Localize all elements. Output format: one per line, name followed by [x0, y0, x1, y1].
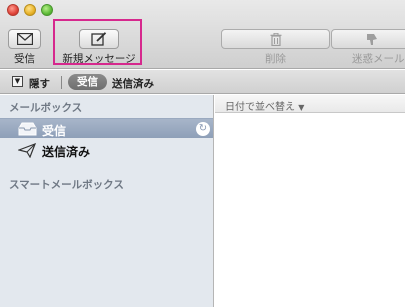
- junk-label: 迷惑メール: [352, 53, 405, 65]
- mailbox-sidebar: メールボックス 受信 ↻ 送信済み スマートメールボックス: [0, 95, 214, 307]
- message-list-header: 日付で並べ替え ▼: [215, 95, 405, 113]
- junk-button[interactable]: [331, 29, 405, 49]
- sidebar-item-sent[interactable]: 送信済み: [0, 140, 213, 160]
- inbox-tray-icon: [18, 122, 37, 136]
- mailboxes-header[interactable]: メールボックス: [9, 100, 82, 115]
- get-mail-label: 受信: [14, 53, 35, 65]
- minimize-window-button[interactable]: [24, 4, 36, 16]
- zoom-window-button[interactable]: [41, 4, 53, 16]
- envelope-icon: [16, 33, 33, 45]
- sort-label: 日付で並べ替え: [225, 102, 295, 113]
- chevron-down-icon: ▼: [298, 103, 305, 112]
- hide-button[interactable]: 隠す: [29, 76, 50, 91]
- thumbs-down-icon: [366, 33, 377, 45]
- sidebar-item-label: 受信: [42, 124, 67, 138]
- sort-menu[interactable]: 日付で並べ替え ▼: [225, 98, 304, 113]
- inbox-filter-button[interactable]: 受信: [68, 74, 107, 90]
- message-list[interactable]: [215, 114, 405, 307]
- favorites-bar: ▼ 隠す 受信 送信済み: [0, 70, 405, 94]
- sent-filter-button[interactable]: 送信済み: [112, 76, 154, 91]
- sidebar-item-inbox[interactable]: 受信 ↻: [0, 118, 213, 138]
- trash-icon: [270, 32, 281, 46]
- smart-mailboxes-header[interactable]: スマートメールボックス: [9, 177, 124, 192]
- hide-toggle-icon[interactable]: ▼: [12, 76, 23, 87]
- close-window-button[interactable]: [7, 4, 19, 16]
- window-toolbar: 受信 新規メッセージ 削除 迷惑メール: [0, 0, 405, 69]
- get-mail-button[interactable]: [8, 29, 41, 49]
- new-message-highlight: [53, 19, 142, 65]
- delete-label: 削除: [265, 53, 286, 65]
- favorites-divider: [61, 76, 62, 89]
- delete-button[interactable]: [221, 29, 330, 49]
- paper-plane-icon: [18, 143, 36, 158]
- sidebar-item-label: 送信済み: [42, 145, 91, 159]
- sync-icon[interactable]: ↻: [196, 122, 210, 136]
